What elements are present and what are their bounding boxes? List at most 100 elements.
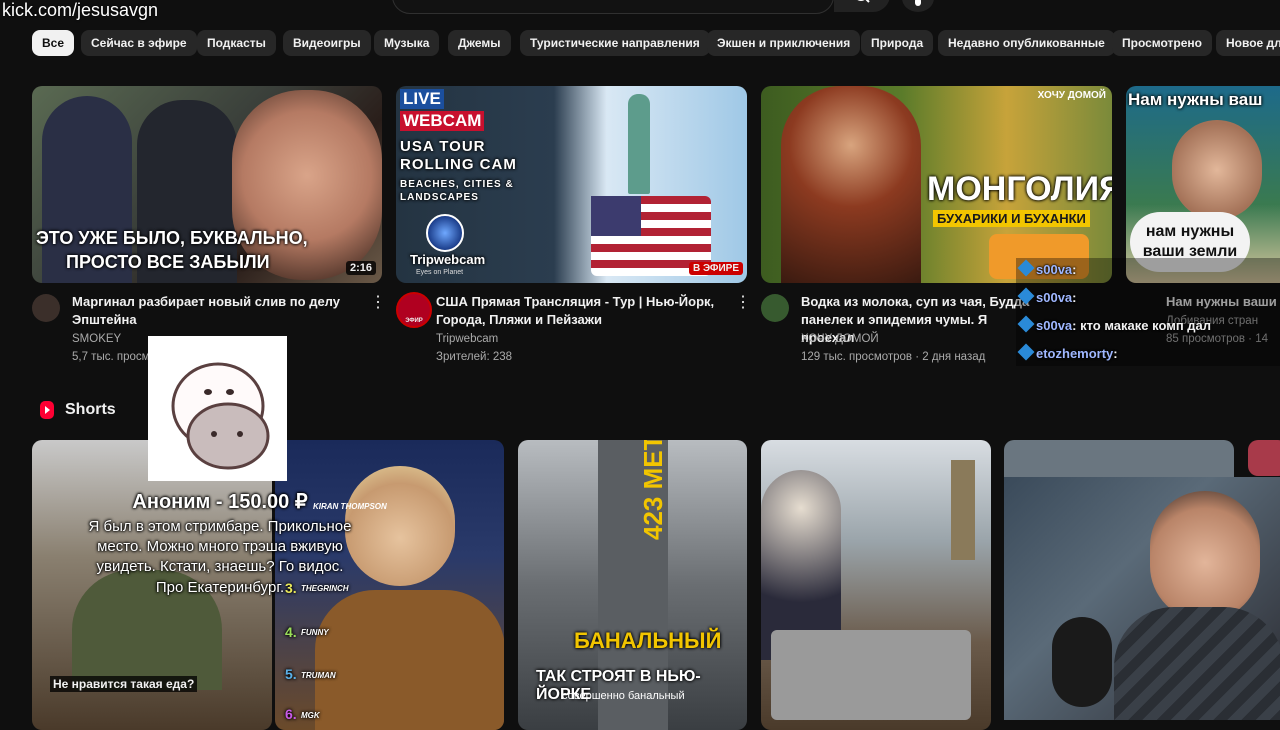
short-thumbnail-5[interactable]: [1004, 440, 1234, 480]
list-num: 5.: [285, 666, 297, 682]
streamer-webcam: [1004, 477, 1280, 720]
short-thumbnail-3[interactable]: 423 МЕТРА БАНАЛЬНЫЙ ТАК СТРОЯТ В НЬЮ-ЙОР…: [518, 440, 747, 730]
video-thumbnail-3[interactable]: ХОЧУ ДОМОЙ МОНГОЛИЯ БУХАРИКИ И БУХАНКИ: [761, 86, 1112, 283]
viewer-count: Зрителей: 238: [436, 351, 513, 363]
chip-jams[interactable]: Джемы: [448, 30, 511, 56]
badge-icon: [1017, 259, 1035, 277]
donation-line: увидеть. Кстати, знаешь? Го видос.: [96, 558, 344, 575]
thumb-brand-sub: Eyes on Planet: [416, 269, 464, 276]
thumb-side-text: 423 МЕТРА: [638, 440, 668, 540]
chat-message: s00va:: [1017, 287, 1077, 305]
shorts-icon: [40, 401, 54, 419]
microphone-icon: [915, 0, 921, 6]
channel-name[interactable]: Tripwebcam: [436, 333, 498, 345]
video-thumbnail-2[interactable]: LIVE WEBCAM USA TOUR ROLLING CAM BEACHES…: [396, 86, 747, 283]
cat-sticker-icon: [171, 362, 270, 470]
chip-recent[interactable]: Недавно опубликованные: [938, 30, 1115, 56]
chat-username: s00va: [1036, 262, 1073, 277]
search-input[interactable]: [392, 0, 834, 14]
chat-message: s00va: кто макаке комп дал: [1017, 315, 1212, 333]
chat-text: : кто макаке комп дал: [1072, 318, 1212, 333]
shorts-title: Shorts: [65, 401, 116, 418]
badge-icon: [1017, 287, 1035, 305]
thumb-line-4: LANDSCAPES: [400, 192, 479, 203]
chip-nature[interactable]: Природа: [861, 30, 934, 56]
avatar-live-label: ЭФИР: [405, 318, 423, 324]
channel-name[interactable]: SMOKEY: [72, 333, 121, 345]
globe-icon: [426, 214, 464, 252]
chip-travel[interactable]: Туристические направления: [520, 30, 710, 56]
channel-name[interactable]: ХОЧУ ДОМОЙ: [801, 333, 879, 345]
more-options-icon[interactable]: ⋮: [370, 294, 386, 312]
thumb-text-1: ЭТО УЖЕ БЫЛО, БУКВАЛЬНО,: [36, 228, 308, 248]
duration-badge: 2:16: [345, 261, 376, 275]
chat-text: :: [1072, 290, 1077, 305]
chip-action[interactable]: Экшен и приключения: [707, 30, 861, 56]
thumb-top-text: Нам нужны ваш: [1128, 90, 1263, 109]
thumb-big-text: МОНГОЛИЯ: [927, 170, 1112, 208]
thumb-woman: [781, 86, 921, 283]
thumb-corner-label: ХОЧУ ДОМОЙ: [1037, 90, 1106, 101]
search-icon: [857, 0, 870, 3]
live-badge: В ЭФИРЕ: [688, 262, 743, 275]
chat-username: etozhemorty: [1036, 346, 1114, 361]
webcam-microphone: [1052, 617, 1112, 707]
list-item: FUNNY: [301, 628, 329, 637]
webcam-person-head: [1150, 491, 1260, 621]
thumb-line-3: BEACHES, CITIES &: [400, 179, 514, 190]
more-options-icon[interactable]: ⋮: [735, 294, 751, 312]
thumb-grill: [771, 630, 971, 720]
thumb-line-1: USA TOUR: [400, 138, 486, 155]
chip-music[interactable]: Музыка: [374, 30, 440, 56]
chat-message: s00va:: [1017, 259, 1077, 277]
donation-line: Я был в этом стримбаре. Прикольное: [88, 518, 352, 535]
video-thumbnail-4[interactable]: Нам нужны ваш нам нужны ваши земли: [1126, 86, 1280, 283]
flag-canton: [591, 196, 641, 236]
chip-live[interactable]: Сейчас в эфире: [81, 30, 197, 56]
chip-videogames[interactable]: Видеоигры: [283, 30, 371, 56]
chat-username: s00va: [1036, 290, 1073, 305]
donation-sticker: [148, 336, 287, 481]
thumb-tower: [951, 460, 975, 560]
short-thumbnail-4[interactable]: [761, 440, 991, 730]
webcam-person-body: [1114, 607, 1280, 720]
donation-header: Аноним - 150.00 ₽: [132, 491, 308, 513]
chip-all[interactable]: Все: [32, 30, 75, 56]
chip-podcasts[interactable]: Подкасты: [197, 30, 276, 56]
stream-url: kick.com/jesusavgn: [2, 0, 159, 20]
list-item: TRUMAN: [301, 671, 336, 680]
chat-username: s00va: [1036, 318, 1073, 333]
voice-search-button[interactable]: [902, 0, 934, 12]
chat-message: etozhemorty:: [1017, 343, 1118, 361]
short-caption: Не нравится такая еда?: [50, 676, 198, 692]
list-num: 4.: [285, 624, 297, 640]
thumb-text-2: ПРОСТО ВСЕ ЗАБЫЛИ: [66, 252, 270, 272]
thumb-sub-text: БУХАРИКИ И БУХАНКИ: [933, 210, 1090, 227]
webcam-label: WEBCAM: [400, 111, 485, 131]
search-button[interactable]: [834, 0, 890, 12]
badge-icon: [1017, 343, 1035, 361]
view-count: 129 тыс. просмотров · 2 дня назад: [801, 351, 986, 363]
chat-text: :: [1072, 262, 1077, 277]
video-title[interactable]: США Прямая Трансляция - Тур | Нью-Йорк, Г…: [436, 293, 726, 329]
thumb-sub: совершенно банальный: [562, 690, 685, 702]
thumb-line-2: ROLLING CAM: [400, 156, 517, 173]
live-label: LIVE: [400, 89, 444, 109]
channel-avatar[interactable]: [32, 294, 60, 322]
chat-text: :: [1113, 346, 1118, 361]
chip-watched[interactable]: Просмотрено: [1112, 30, 1213, 56]
video-title[interactable]: Маргинал разбирает новый слив по делу Эпш…: [72, 293, 362, 329]
chip-new[interactable]: Новое дл: [1216, 30, 1280, 56]
short-thumbnail-6[interactable]: [1248, 440, 1280, 476]
video-thumbnail-1[interactable]: ЭТО УЖЕ БЫЛО, БУКВАЛЬНО, ПРОСТО ВСЕ ЗАБЫ…: [32, 86, 382, 283]
thumb-man: [1172, 120, 1262, 220]
donation-line: место. Можно много трэша вживую: [97, 538, 343, 555]
thumb-big-text: БАНАЛЬНЫЙ: [574, 628, 722, 653]
channel-avatar[interactable]: ЭФИР: [396, 292, 432, 328]
list-item: MGK: [301, 711, 320, 720]
channel-avatar[interactable]: [761, 294, 789, 322]
donation-line: Про Екатеринбург.: [155, 579, 285, 596]
statue-shape: [628, 94, 650, 194]
thumb-body: [315, 590, 504, 730]
thumb-brand: Tripwebcam: [410, 252, 486, 267]
